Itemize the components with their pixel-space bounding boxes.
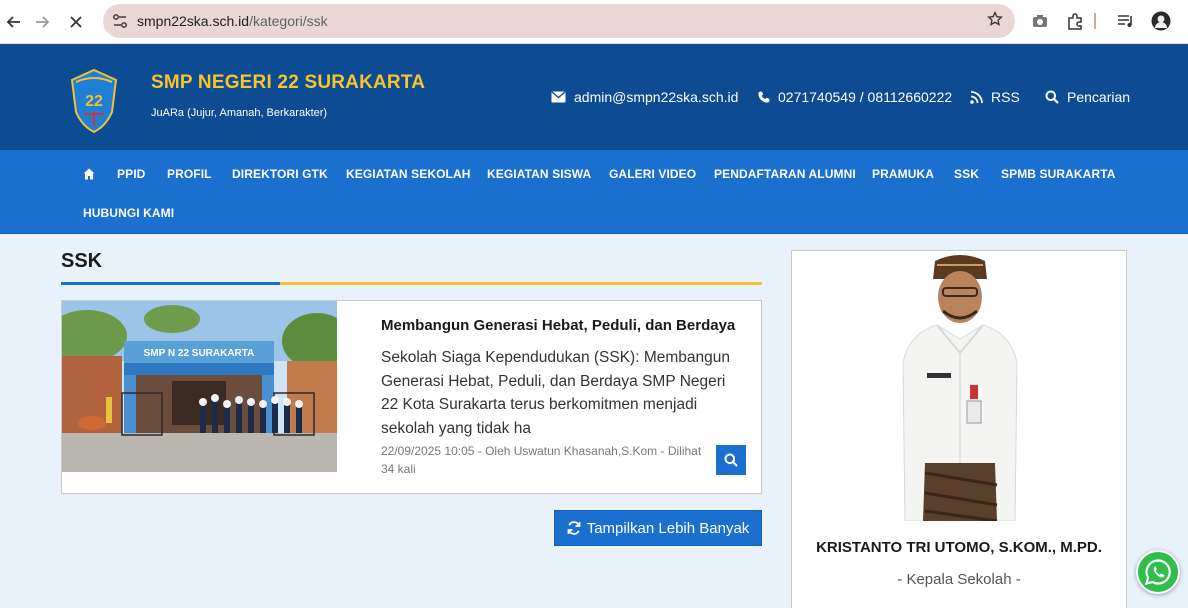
headmaster-name: KRISTANTO TRI UTOMO, S.KOM., M.PD. [816,539,1102,556]
address-bar[interactable]: smpn22ska.sch.id/kategori/ssk [103,4,1015,38]
nav-item-ssk[interactable]: SSK [954,167,979,181]
headmaster-widget: KRISTANTO TRI UTOMO, S.KOM., M.PD. - Kep… [791,250,1127,608]
search-link[interactable]: Pencarian [1045,89,1130,105]
url-text[interactable]: smpn22ska.sch.id/kategori/ssk [137,13,328,29]
search-icon [724,453,738,467]
nav-item-pramuka[interactable]: PRAMUKA [872,167,934,181]
thumbnail-sign: SMP N 22 SURAKARTA [144,348,255,359]
post-meta: 22/09/2025 10:05 - Oleh Uswatun Khasanah… [381,444,702,476]
refresh-icon [567,521,581,535]
post-excerpt: Sekolah Siaga Kependudukan (SSK): Memban… [381,349,730,437]
back-arrow-icon[interactable] [0,8,28,36]
load-more-label: Tampilkan Lebih Banyak [586,519,750,537]
headmaster-role: - Kepala Sekolah - [897,571,1021,588]
whatsapp-button[interactable] [1136,550,1180,594]
school-tagline: JuARa (Jujur, Amanah, Berkarakter) [151,107,328,119]
post-title[interactable]: Membangun Generasi Hebat, Peduli, dan Be… [381,317,735,334]
phone-icon [758,91,770,103]
camera-icon[interactable] [1029,10,1051,32]
section-title: SSK [61,250,103,272]
title-underline-gold [280,282,762,285]
title-underline-blue [61,282,280,285]
url-domain: smpn22ska.sch.id [137,13,250,29]
search-icon [1045,90,1059,104]
rss-link[interactable]: RSS [970,89,1020,105]
headmaster-photo [885,253,1035,521]
rss-label: RSS [991,89,1020,105]
envelope-icon [551,91,566,103]
stop-icon[interactable] [62,8,90,36]
whatsapp-icon [1144,559,1171,586]
home-icon[interactable] [83,168,95,180]
contact-email[interactable]: admin@smpn22ska.sch.id [551,89,738,105]
url-path: /kategori/ssk [249,13,328,29]
contact-phone[interactable]: 0271740549 / 08112660222 [758,89,952,105]
rss-icon [970,90,983,104]
bookmark-star-icon[interactable] [986,10,1004,32]
nav-item-kegiatan-siswa[interactable]: KEGIATAN SISWA [487,167,591,181]
nav-item-galeri-video[interactable]: GALERI VIDEO [609,167,696,181]
nav-item-pendaftaran-alumni[interactable]: PENDAFTARAN ALUMNI [714,167,856,181]
post-thumbnail[interactable]: SMP N 22 SURAKARTA [62,301,337,472]
school-logo[interactable]: 22 [70,68,118,134]
contact-email-text: admin@smpn22ska.sch.id [574,89,739,105]
nav-item-spmb-surakarta[interactable]: SPMB SURAKARTA [1001,167,1116,181]
post-card: SMP N 22 SURAKARTA Membangun Generasi He… [61,300,762,494]
extensions-icon[interactable] [1064,10,1086,32]
school-name[interactable]: SMP NEGERI 22 SURAKARTA [151,72,425,94]
nav-item-direktori-gtk[interactable]: DIREKTORI GTK [232,167,328,181]
nav-item-profil[interactable]: PROFIL [167,167,212,181]
contact-phone-text: 0271740549 / 08112660222 [778,89,953,105]
post-search-button[interactable] [716,445,746,475]
nav-item-ppid[interactable]: PPID [117,167,145,181]
forward-arrow-icon[interactable] [28,8,56,36]
load-more-button[interactable]: Tampilkan Lebih Banyak [554,510,762,546]
main-navbar [0,150,1188,234]
site-settings-icon[interactable] [111,12,129,30]
site-header: 22 SMP NEGERI 22 SURAKARTA JuARa (Jujur,… [0,44,1188,150]
profile-avatar-icon[interactable] [1150,10,1172,32]
toolbar-divider [1094,13,1096,29]
media-queue-icon[interactable] [1115,10,1137,32]
svg-text:22: 22 [85,93,103,110]
browser-toolbar: smpn22ska.sch.id/kategori/ssk [0,0,1188,44]
nav-item-kegiatan-sekolah[interactable]: KEGIATAN SEKOLAH [346,167,471,181]
nav-item-hubungi-kami[interactable]: HUBUNGI KAMI [83,206,174,220]
search-label: Pencarian [1067,89,1131,105]
